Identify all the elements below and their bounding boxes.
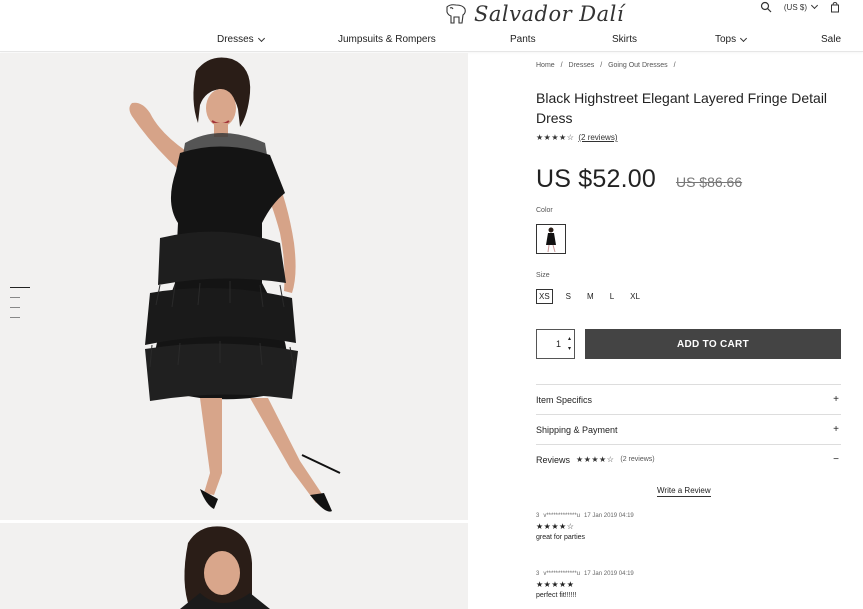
thumb-indicator[interactable] (10, 297, 20, 298)
size-option-m[interactable]: M (584, 289, 597, 304)
chevron-down-icon (740, 34, 748, 42)
product-title: Black Highstreet Elegant Layered Fringe … (536, 90, 828, 126)
add-to-cart-button[interactable]: ADD TO CART (585, 329, 841, 359)
size-selector: XS S M L XL (536, 289, 643, 304)
breadcrumb: Home / Dresses / Going Out Dresses / (536, 62, 680, 69)
breadcrumb-home[interactable]: Home (536, 62, 555, 69)
product-rating: ★★★★☆ (2 reviews) (536, 133, 617, 142)
original-price: US $86.66 (675, 174, 743, 190)
review-date: 17 Jan 2019 04:19 (584, 571, 634, 577)
plus-icon: + (833, 394, 839, 405)
thumb-indicator[interactable] (10, 307, 20, 308)
currency-selector[interactable]: (US $) (783, 1, 819, 12)
nav-jumpsuits-rompers[interactable]: Jumpsuits & Rompers (338, 34, 436, 45)
accordion-item-specifics[interactable]: Item Specifics + (536, 384, 841, 414)
nav-sale[interactable]: Sale (821, 34, 841, 45)
nav-skirts[interactable]: Skirts (612, 34, 637, 45)
quantity-value[interactable]: 1 (537, 339, 563, 349)
currency-label: (US $) (783, 2, 807, 12)
review-user: v*************u (543, 513, 581, 519)
product-gallery (0, 53, 468, 609)
product-photo-main[interactable] (0, 53, 468, 520)
nav-label: Skirts (612, 34, 637, 45)
product-photo-secondary[interactable] (0, 523, 468, 609)
main-nav: Dresses Jumpsuits & Rompers Pants Skirts… (0, 34, 863, 48)
review-date: 17 Jan 2019 04:19 (584, 513, 634, 519)
brand-name: Salvador Dalí (474, 2, 625, 26)
accordion-reviews[interactable]: Reviews ★★★★☆ (2 reviews) − (536, 444, 841, 474)
review-number: 3 (536, 571, 540, 577)
breadcrumb-separator: / (560, 62, 563, 69)
reviews-link[interactable]: (2 reviews) (578, 133, 617, 142)
review-stars-icon: ★★★★☆ (536, 522, 575, 531)
size-option-xs[interactable]: XS (536, 289, 553, 304)
chevron-down-icon (810, 1, 819, 10)
header-tools: (US $) (760, 0, 841, 14)
elephant-logo-icon (446, 4, 466, 24)
bag-icon[interactable] (829, 1, 841, 13)
reviews-count: (2 reviews) (620, 456, 655, 463)
breadcrumb-dresses[interactable]: Dresses (569, 62, 595, 69)
review-number: 3 (536, 513, 540, 519)
thumb-indicator[interactable] (10, 317, 20, 318)
nav-label: Sale (821, 34, 842, 45)
size-option-l[interactable]: L (607, 289, 617, 304)
review-meta: 3 v*************u 17 Jan 2019 04:19 (536, 571, 634, 577)
size-option-s[interactable]: S (563, 289, 574, 304)
rating-stars-icon: ★★★★☆ (576, 455, 615, 464)
gallery-thumb-indicators[interactable] (10, 287, 32, 327)
accordion-shipping-payment[interactable]: Shipping & Payment + (536, 414, 841, 444)
accordion-label: Item Specifics (536, 394, 593, 405)
nav-label: Tops (715, 34, 737, 45)
nav-label: Dresses (217, 34, 254, 45)
nav-dresses[interactable]: Dresses (217, 34, 265, 45)
review-stars-icon: ★★★★★ (536, 580, 575, 589)
write-review-link[interactable]: Write a Review (657, 486, 711, 497)
color-label: Color (536, 207, 553, 214)
breadcrumb-going-out-dresses[interactable]: Going Out Dresses (608, 62, 668, 69)
nav-pants[interactable]: Pants (510, 34, 536, 45)
nav-label: Pants (510, 34, 536, 45)
site-header: Salvador Dalí (US $) Dresses Jumpsuits &… (0, 0, 863, 52)
accordion-label: Reviews (536, 454, 571, 465)
stepper-arrows-icon[interactable]: ▴ ▾ (568, 334, 571, 354)
review-text: great for parties (536, 534, 586, 541)
review-item: 3 v*************u 17 Jan 2019 04:19 ★★★★… (536, 513, 634, 541)
dress-thumbnail-icon (546, 227, 556, 253)
thumb-indicator[interactable] (10, 287, 30, 288)
review-text: perfect fit!!!!!! (536, 592, 577, 599)
color-swatch-black[interactable] (536, 224, 566, 254)
breadcrumb-separator: / (673, 62, 676, 69)
size-label: Size (536, 272, 550, 279)
reviews-header: Reviews ★★★★☆ (2 reviews) (536, 455, 655, 465)
product-accordion: Item Specifics + Shipping & Payment + Re… (536, 384, 841, 474)
current-price: US $52.00 (536, 165, 656, 193)
breadcrumb-separator: / (600, 62, 603, 69)
chevron-down-icon (257, 34, 265, 42)
review-item: 3 v*************u 17 Jan 2019 04:19 ★★★★… (536, 571, 634, 599)
search-icon[interactable] (760, 1, 772, 13)
minus-icon: − (833, 454, 839, 465)
review-meta: 3 v*************u 17 Jan 2019 04:19 (536, 513, 634, 519)
plus-icon: + (833, 424, 839, 435)
rating-stars-icon: ★★★★☆ (536, 133, 575, 142)
review-user: v*************u (543, 571, 581, 577)
quantity-stepper[interactable]: 1 ▴ ▾ (536, 329, 575, 359)
price-row: US $52.00 US $86.66 (536, 165, 742, 194)
nav-tops[interactable]: Tops (715, 34, 748, 45)
brand-logo[interactable]: Salvador Dalí (444, 0, 624, 28)
nav-label: Jumpsuits & Rompers (338, 34, 436, 45)
size-option-xl[interactable]: XL (627, 289, 643, 304)
model-figure (129, 57, 341, 512)
model-figure (180, 526, 270, 609)
accordion-label: Shipping & Payment (536, 424, 618, 435)
